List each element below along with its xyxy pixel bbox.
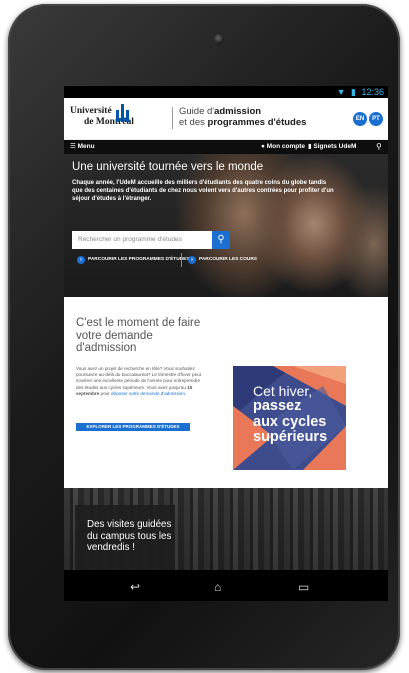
home-icon[interactable]: ⌂ (214, 580, 221, 594)
tagline-text: Guide d' (179, 106, 215, 117)
user-icon: ● (261, 143, 265, 150)
tagline-bold: admission (214, 106, 262, 117)
udem-emblem-icon (116, 104, 132, 122)
feature-body-text: pour (99, 390, 111, 396)
admission-feature: C'est le moment de faire votre demande d… (64, 297, 388, 488)
browse-courses-label: PARCOURIR LES COURS (199, 257, 258, 262)
browse-programs-label: PARCOURIR LES PROGRAMMES D'ÉTUDES (88, 257, 190, 262)
search-icon[interactable]: ⚲ (376, 140, 382, 154)
menu-button[interactable]: ☰ Menu (70, 140, 95, 154)
browse-programs-link[interactable]: › PARCOURIR LES PROGRAMMES D'ÉTUDES (77, 256, 190, 264)
bookmarks-label: Signets UdeM (313, 143, 357, 150)
back-icon[interactable]: ↩ (130, 580, 140, 594)
bookmarks-button[interactable]: ▮ Signets UdeM (308, 140, 356, 154)
program-search-input[interactable]: Rechercher un programme d'études (72, 231, 212, 249)
feature-title: C'est le moment de faire votre demande d… (76, 317, 201, 354)
search-submit-button[interactable]: ⚲ (212, 231, 230, 249)
front-camera (214, 34, 224, 44)
main-navbar: ☰ Menu ● Mon compte ▮ Signets UdeM ⚲ (64, 140, 388, 154)
menu-label: Menu (77, 143, 95, 150)
account-button[interactable]: ● Mon compte (261, 140, 305, 154)
promo-line-4: supérieurs (253, 429, 328, 445)
link-divider (181, 253, 182, 267)
tagline-text: et des (179, 117, 208, 128)
lang-en-button[interactable]: EN (353, 112, 367, 126)
feature-body: Vous avez un projet de recherche en tête… (76, 366, 206, 397)
tagline-bold: programmes d'études (207, 117, 307, 128)
recent-apps-icon[interactable]: ▭ (298, 580, 309, 594)
promo-line-3: aux cycles (253, 413, 327, 430)
wifi-icon: ▼ (336, 87, 346, 97)
battery-icon: ▮ (351, 87, 356, 97)
hero-title: Une université tournée vers le monde (72, 161, 264, 173)
account-label: Mon compte (266, 143, 306, 150)
hero-banner: Une université tournée vers le monde Cha… (64, 154, 388, 297)
lang-pt-button[interactable]: PT (369, 112, 383, 126)
chevron-right-icon: › (77, 256, 85, 264)
apply-link[interactable]: déposer votre demande d'admission (111, 391, 185, 396)
header-divider (172, 107, 173, 129)
promo-line-1: Cet hiver, (253, 383, 313, 399)
device-screen: ▼ ▮ 12:36 Université de Montréal Guide d… (64, 86, 388, 601)
feature-body-text: Vous avez un projet de recherche en tête… (76, 366, 201, 390)
promo-line-2: passez (253, 398, 302, 414)
android-nav-bar: ↩ ⌂ ▭ (64, 570, 388, 601)
site-header: Université de Montréal Guide d'admission… (64, 98, 388, 140)
browse-courses-link[interactable]: › PARCOURIR LES COURS (188, 256, 257, 264)
graduate-promo-banner[interactable]: Cet hiver, passez aux cycles supérieurs (233, 366, 346, 470)
bookmark-icon: ▮ (308, 143, 312, 150)
android-status-bar: ▼ ▮ 12:36 (64, 86, 388, 98)
tablet-device: ▼ ▮ 12:36 Université de Montréal Guide d… (8, 4, 400, 670)
feature-body-text: . (184, 390, 187, 396)
search-icon: ⚲ (217, 234, 225, 245)
campus-tour-card: Des visites guidées du campus tous les v… (75, 505, 175, 575)
chevron-right-icon: › (188, 256, 196, 264)
hero-body: Chaque année, l'UdeM accueille des milli… (72, 180, 334, 203)
hamburger-icon: ☰ (70, 143, 76, 150)
campus-tour-text: Des visites guidées du campus tous les v… (87, 519, 172, 554)
status-time: 12:36 (361, 87, 384, 97)
promo-text: Cet hiver, passez aux cycles supérieurs (253, 384, 343, 446)
explore-programs-button[interactable]: EXPLORER LES PROGRAMMES D'ÉTUDES (76, 423, 190, 431)
site-tagline: Guide d'admission et des programmes d'ét… (179, 106, 306, 128)
